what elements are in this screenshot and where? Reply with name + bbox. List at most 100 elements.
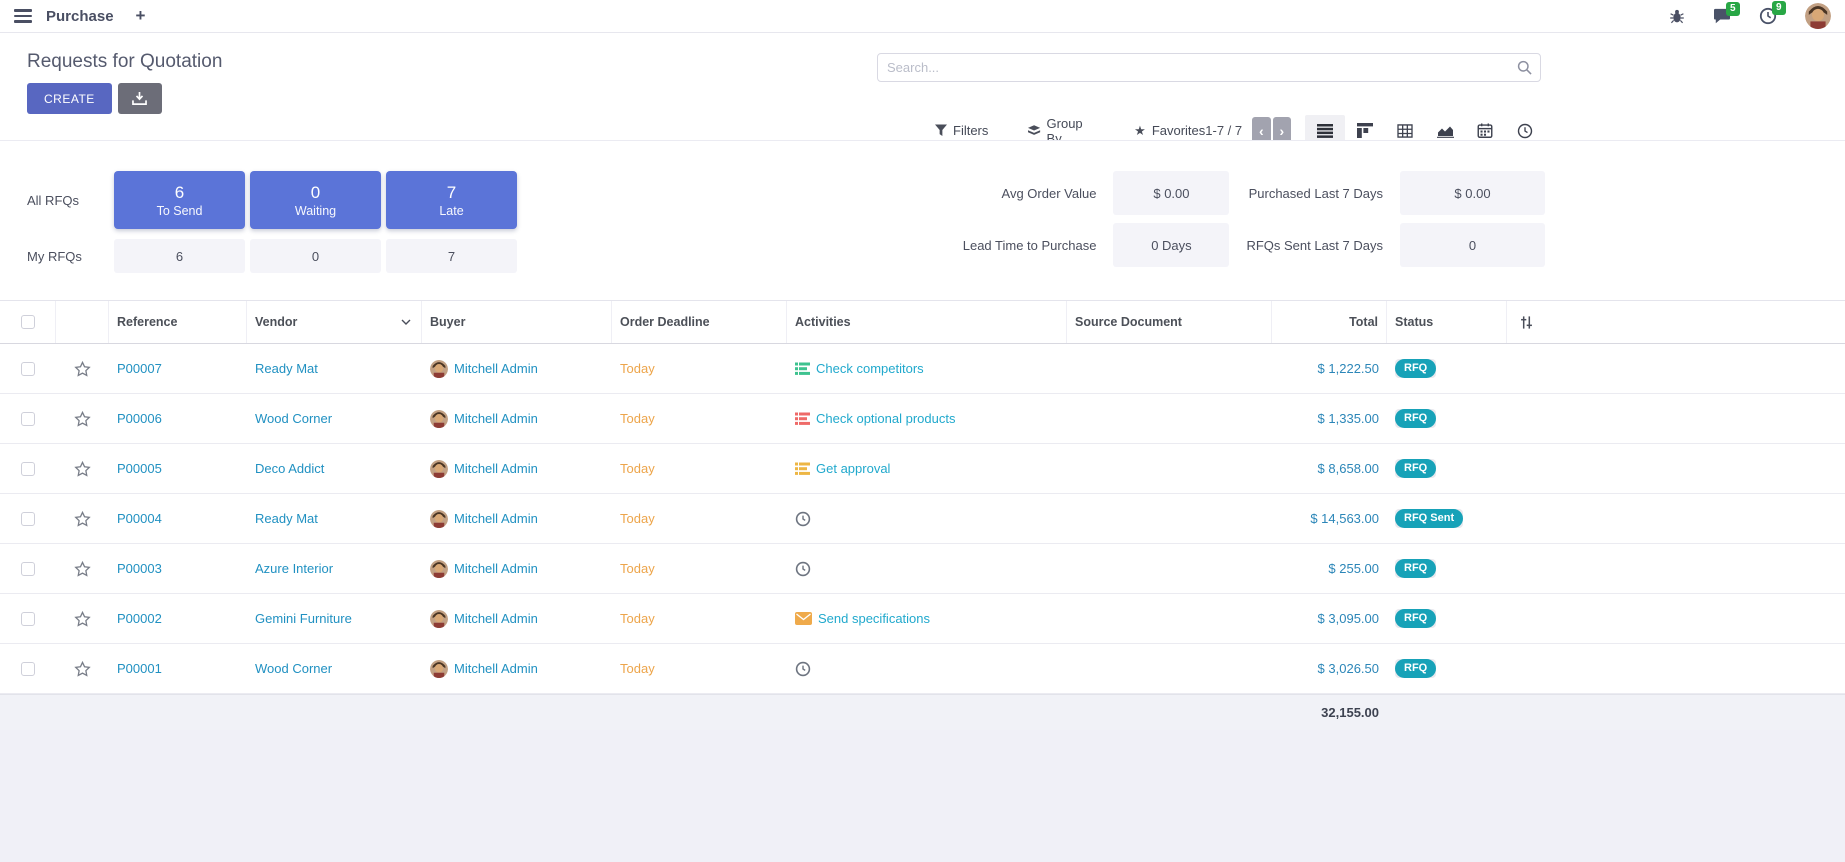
- favorite-star-icon[interactable]: [74, 661, 91, 677]
- my-to-send-tile[interactable]: 6: [114, 239, 245, 273]
- pivot-view-icon: [1397, 124, 1413, 138]
- user-avatar[interactable]: [1805, 3, 1831, 29]
- row-checkbox[interactable]: [21, 462, 35, 476]
- filters-button[interactable]: Filters: [935, 123, 988, 138]
- activity-cell[interactable]: [787, 511, 1067, 527]
- favorite-star-icon[interactable]: [74, 611, 91, 627]
- favorite-star-icon[interactable]: [74, 511, 91, 527]
- activity-summary[interactable]: Send specifications: [818, 611, 930, 626]
- select-all-checkbox[interactable]: [21, 315, 35, 329]
- my-waiting-tile[interactable]: 0: [250, 239, 381, 273]
- table-row[interactable]: P00002 Gemini Furniture Mitchell Admin T…: [0, 594, 1845, 644]
- vendor-link[interactable]: Wood Corner: [247, 411, 422, 426]
- table-row[interactable]: P00001 Wood Corner Mitchell Admin Today …: [0, 644, 1845, 694]
- vendor-link[interactable]: Gemini Furniture: [247, 611, 422, 626]
- reference-link[interactable]: P00004: [109, 511, 247, 526]
- activity-cell[interactable]: [787, 561, 1067, 577]
- header-reference[interactable]: Reference: [109, 301, 247, 343]
- purchase-dashboard: All RFQs 6 To Send 0 Waiting 7 Late My R…: [0, 140, 1845, 300]
- header-activities[interactable]: Activities: [787, 301, 1067, 343]
- row-checkbox[interactable]: [21, 562, 35, 576]
- favorites-button[interactable]: ★ Favorites: [1134, 123, 1205, 139]
- kpi-to-send-tile[interactable]: 6 To Send: [114, 171, 245, 229]
- reference-link[interactable]: P00007: [109, 361, 247, 376]
- buyer-name[interactable]: Mitchell Admin: [454, 461, 538, 476]
- vendor-link[interactable]: Deco Addict: [247, 461, 422, 476]
- filter-funnel-icon: [935, 124, 947, 137]
- vendor-link[interactable]: Ready Mat: [247, 361, 422, 376]
- activity-summary[interactable]: Check optional products: [816, 411, 955, 426]
- activity-cell[interactable]: Check optional products: [787, 411, 1067, 426]
- activity-cell[interactable]: Check competitors: [787, 361, 1067, 376]
- my-late-tile[interactable]: 7: [386, 239, 517, 273]
- status-badge: RFQ Sent: [1395, 509, 1463, 528]
- row-checkbox[interactable]: [21, 662, 35, 676]
- table-row[interactable]: P00004 Ready Mat Mitchell Admin Today $ …: [0, 494, 1845, 544]
- messages-button[interactable]: 5: [1713, 8, 1731, 24]
- vendor-link[interactable]: Wood Corner: [247, 661, 422, 676]
- header-status[interactable]: Status: [1387, 301, 1507, 343]
- buyer-name[interactable]: Mitchell Admin: [454, 411, 538, 426]
- activities-count-badge: 9: [1772, 1, 1786, 15]
- reference-link[interactable]: P00005: [109, 461, 247, 476]
- my-rfqs-label[interactable]: My RFQs: [27, 249, 109, 264]
- header-total[interactable]: Total: [1272, 301, 1387, 343]
- activity-clock-icon[interactable]: [795, 561, 811, 577]
- debug-bug-icon[interactable]: [1669, 8, 1685, 24]
- activities-button[interactable]: 9: [1759, 7, 1777, 25]
- table-row[interactable]: P00007 Ready Mat Mitchell Admin Today Ch…: [0, 344, 1845, 394]
- reference-link[interactable]: P00003: [109, 561, 247, 576]
- reference-link[interactable]: P00002: [109, 611, 247, 626]
- vendor-link[interactable]: Azure Interior: [247, 561, 422, 576]
- reference-link[interactable]: P00001: [109, 661, 247, 676]
- import-icon: [132, 92, 147, 106]
- row-checkbox[interactable]: [21, 612, 35, 626]
- hamburger-menu-icon[interactable]: [14, 9, 32, 23]
- vendor-link[interactable]: Ready Mat: [247, 511, 422, 526]
- favorite-star-icon[interactable]: [74, 461, 91, 477]
- status-badge: RFQ: [1395, 659, 1436, 678]
- buyer-name[interactable]: Mitchell Admin: [454, 561, 538, 576]
- app-menu-purchase[interactable]: Purchase: [46, 8, 114, 25]
- total-amount: $ 3,026.50: [1272, 661, 1387, 676]
- header-buyer[interactable]: Buyer: [422, 301, 612, 343]
- import-button[interactable]: [118, 83, 162, 114]
- order-deadline: Today: [612, 611, 787, 626]
- search-input[interactable]: [877, 53, 1541, 82]
- activity-cell[interactable]: Get approval: [787, 461, 1067, 476]
- rfq-list: Reference Vendor Buyer Order Deadline Ac…: [0, 300, 1845, 730]
- create-button[interactable]: CREATE: [27, 83, 112, 114]
- table-row[interactable]: P00005 Deco Addict Mitchell Admin Today …: [0, 444, 1845, 494]
- favorite-star-icon[interactable]: [74, 361, 91, 377]
- activity-view-icon: [1517, 123, 1533, 139]
- activity-summary[interactable]: Get approval: [816, 461, 890, 476]
- table-row[interactable]: P00003 Azure Interior Mitchell Admin Tod…: [0, 544, 1845, 594]
- row-checkbox[interactable]: [21, 362, 35, 376]
- buyer-name[interactable]: Mitchell Admin: [454, 361, 538, 376]
- optional-columns-button[interactable]: [1507, 301, 1545, 343]
- activity-list-icon: [795, 412, 810, 426]
- header-source-document[interactable]: Source Document: [1067, 301, 1272, 343]
- kpi-late-tile[interactable]: 7 Late: [386, 171, 517, 229]
- row-checkbox[interactable]: [21, 412, 35, 426]
- activity-cell[interactable]: Send specifications: [787, 611, 1067, 626]
- activity-summary[interactable]: Check competitors: [816, 361, 924, 376]
- new-tab-button[interactable]: +: [136, 6, 146, 26]
- all-rfqs-label[interactable]: All RFQs: [27, 193, 109, 208]
- kpi-waiting-tile[interactable]: 0 Waiting: [250, 171, 381, 229]
- buyer-name[interactable]: Mitchell Admin: [454, 661, 538, 676]
- table-row[interactable]: P00006 Wood Corner Mitchell Admin Today …: [0, 394, 1845, 444]
- favorite-star-icon[interactable]: [74, 411, 91, 427]
- header-vendor[interactable]: Vendor: [247, 301, 422, 343]
- status-badge: RFQ: [1395, 359, 1436, 378]
- buyer-name[interactable]: Mitchell Admin: [454, 511, 538, 526]
- reference-link[interactable]: P00006: [109, 411, 247, 426]
- search-icon[interactable]: [1517, 60, 1532, 80]
- favorite-star-icon[interactable]: [74, 561, 91, 577]
- activity-cell[interactable]: [787, 661, 1067, 677]
- header-order-deadline[interactable]: Order Deadline: [612, 301, 787, 343]
- buyer-name[interactable]: Mitchell Admin: [454, 611, 538, 626]
- activity-clock-icon[interactable]: [795, 511, 811, 527]
- row-checkbox[interactable]: [21, 512, 35, 526]
- activity-clock-icon[interactable]: [795, 661, 811, 677]
